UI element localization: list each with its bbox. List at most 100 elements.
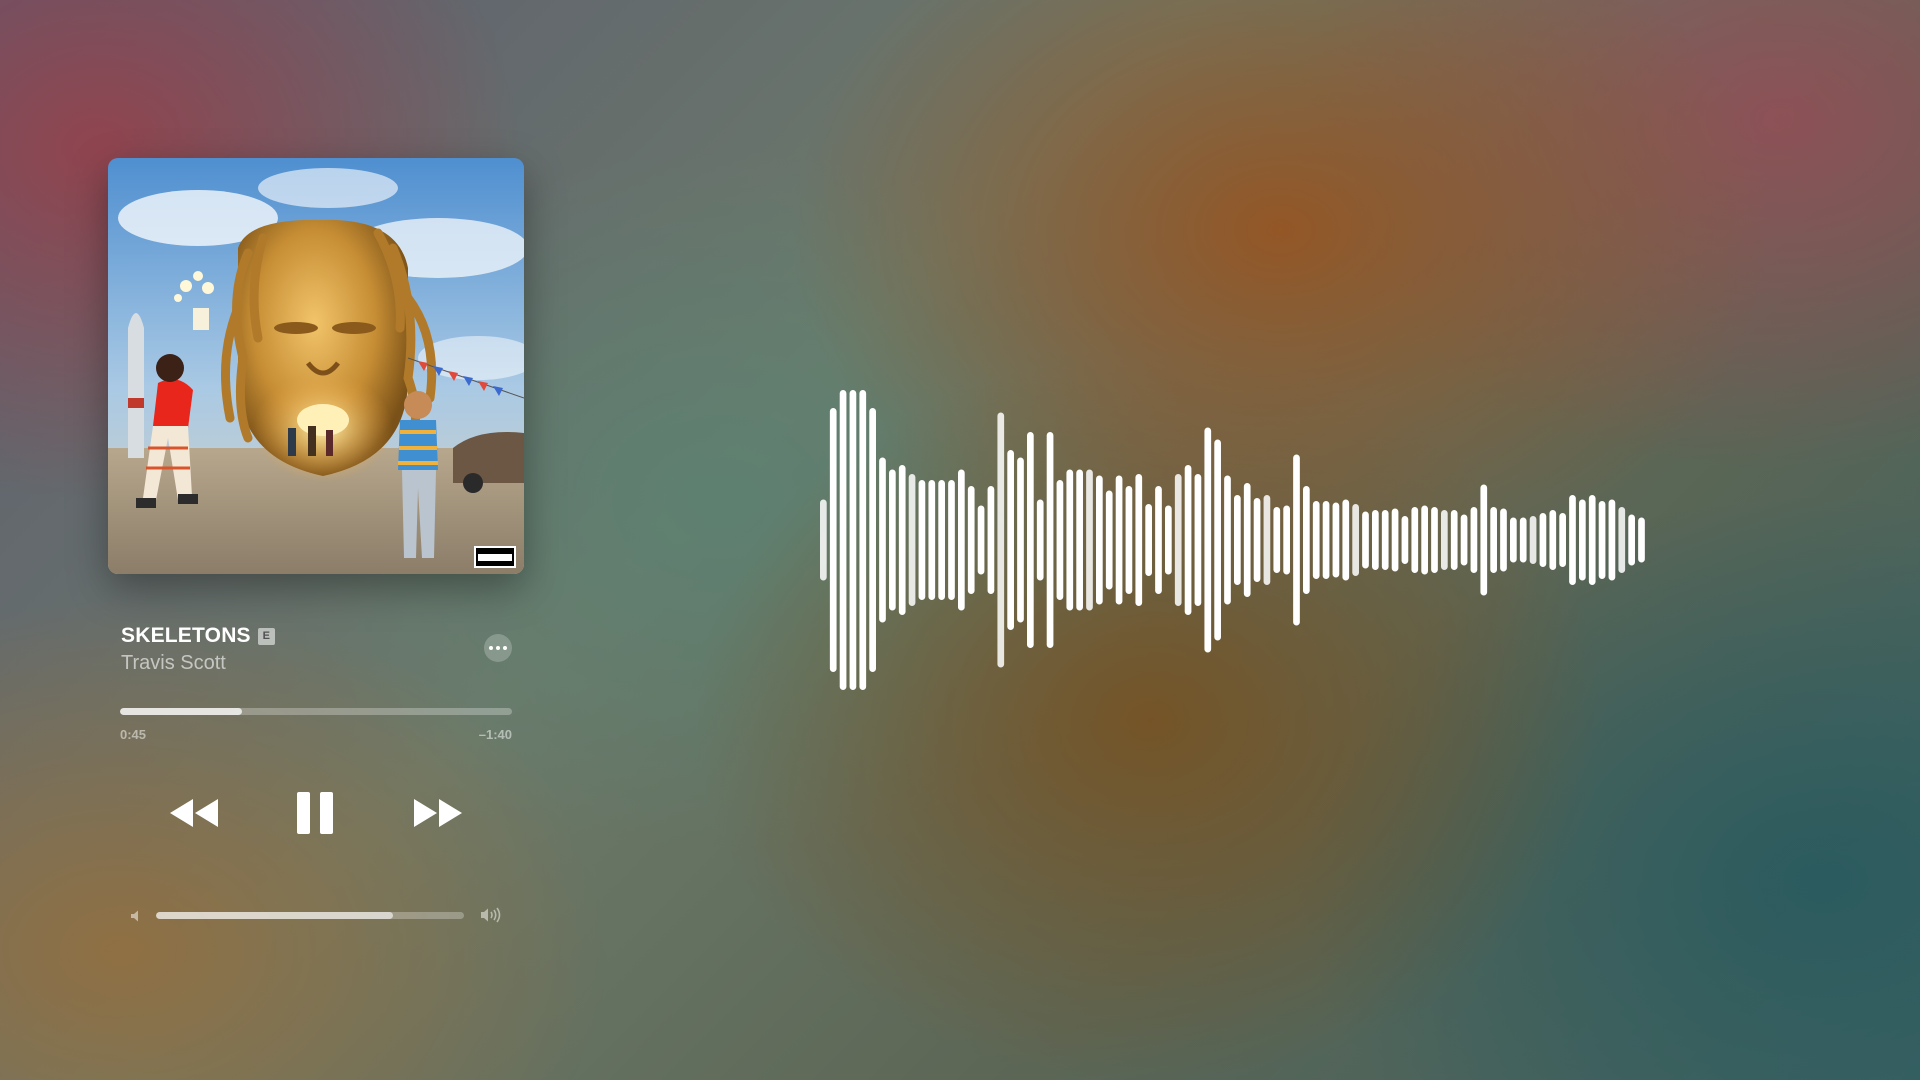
waveform-bar [1470,507,1478,573]
waveform-bar [1559,513,1566,567]
waveform-bar [1125,486,1133,594]
title-row: SKELETONS E [121,622,521,650]
waveform-bar [1480,484,1488,596]
waveform-bar [1598,501,1606,579]
waveform-bar [1450,510,1458,570]
pause-icon [297,792,333,834]
waveform-bar [898,465,906,615]
waveform-bar [918,480,926,600]
waveform-bar [1381,510,1389,570]
fast-forward-icon [414,799,462,827]
waveform-bar [829,408,837,672]
waveform-bar [967,486,975,594]
waveform-bar [958,469,965,611]
waveform-bar [1234,495,1241,585]
track-info: SKELETONS E Travis Scott [121,622,521,675]
track-artist[interactable]: Travis Scott [121,652,521,675]
album-art [108,158,524,574]
waveform-bar [1204,427,1212,653]
volume-high-button[interactable] [479,906,503,928]
waveform-bar [1056,480,1064,600]
pause-button[interactable] [295,791,335,835]
waveform-bar [997,412,1005,668]
waveform-bar [1569,495,1576,585]
waveform-bar [1293,454,1300,626]
waveform-bar [879,457,886,623]
waveform-bar [1510,517,1517,563]
waveform-bar [1490,507,1497,573]
waveform-bar [1046,432,1054,648]
waveform-bar [1352,504,1359,576]
waveform-bar [1500,508,1507,572]
waveform-bar [977,505,985,575]
waveform-bar [1165,505,1172,575]
waveform-bar [1184,465,1192,615]
waveform-bar [987,486,995,594]
remaining-time: –1:40 [478,727,512,742]
waveform-bar [1588,495,1596,585]
waveform-bar [1401,516,1409,564]
waveform-bar [1155,486,1162,594]
previous-track-button[interactable] [168,796,220,830]
track-title[interactable]: SKELETONS [121,624,251,648]
waveform-bar [1076,469,1083,611]
waveform-bar [1115,475,1123,605]
waveform-bar [1105,490,1113,590]
waveform-bar [1135,474,1143,606]
explicit-badge: E [257,627,275,645]
playback-progress-fill [120,708,242,715]
waveform-bar [1431,507,1438,573]
waveform-bar [1253,498,1261,582]
waveform-bar [1036,499,1044,581]
waveform-bar [948,480,955,600]
waveform-bar [889,469,896,611]
album-art-image [108,158,524,574]
waveform-bar [1322,501,1330,579]
waveform-bar [1342,499,1350,581]
waveform-bar [1086,469,1093,611]
waveform-bar [1638,517,1645,563]
waveform-bar [869,408,876,672]
waveform-bar [1066,469,1074,611]
speaker-high-icon [481,907,501,923]
volume-slider[interactable] [156,912,464,919]
waveform-bar [1007,450,1014,630]
waveform-bar [1519,517,1527,563]
waveform-bar [1027,432,1034,648]
waveform-bar [1391,508,1399,572]
waveform-bar [1579,499,1586,581]
waveform-bar [1243,483,1251,597]
waveform-bar [1618,507,1626,573]
waveform-bar [1332,502,1340,578]
audio-waveform-visualizer [820,390,1645,690]
waveform-bar [839,390,847,690]
waveform-bar [1421,505,1428,575]
waveform-bar [859,390,867,690]
waveform-bar [1017,457,1024,623]
speaker-low-icon [131,910,138,922]
volume-slider-fill [156,912,394,919]
waveform-bar [1096,475,1103,605]
waveform-bar [908,474,916,606]
waveform-bar [928,480,936,600]
next-track-button[interactable] [412,796,464,830]
waveform-bar [820,499,827,581]
waveform-bar [1263,495,1271,585]
waveform-bar [938,480,945,600]
more-options-button[interactable] [484,634,512,662]
waveform-bar [1441,510,1448,570]
waveform-bar [1460,514,1468,566]
volume-low-button[interactable] [129,908,143,927]
waveform-bar [1411,507,1419,573]
waveform-bar [1303,486,1310,594]
waveform-bar [1214,439,1221,641]
waveform-bar [1194,474,1202,606]
waveform-bar [1312,501,1320,579]
waveform-bar [1174,474,1182,606]
waveform-bar [1628,514,1635,566]
waveform-bar [1362,511,1369,569]
waveform-bar [1145,504,1152,576]
waveform-bar [1529,516,1537,564]
playback-progress-bar[interactable] [120,708,512,715]
waveform-bar [1608,499,1616,581]
